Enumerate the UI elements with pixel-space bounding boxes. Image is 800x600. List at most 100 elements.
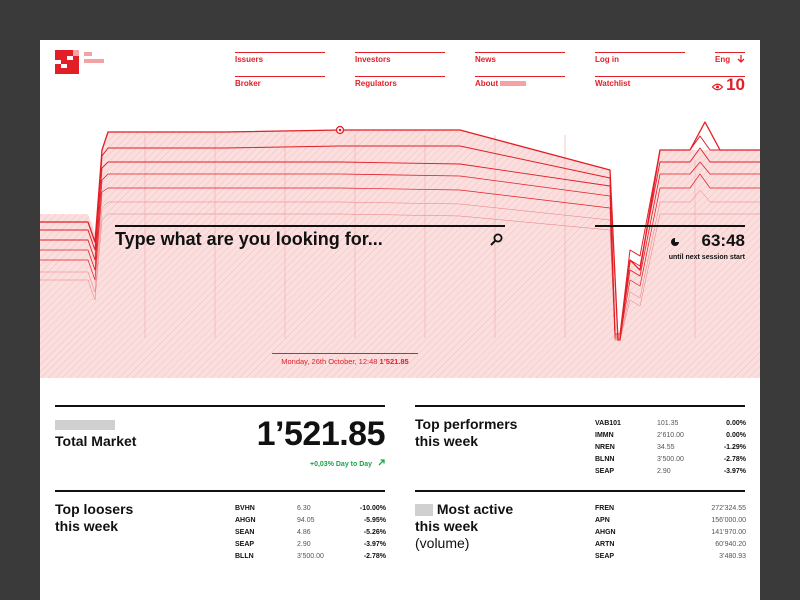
volume: 141’970.00 — [711, 529, 746, 536]
table-row[interactable]: SEAP 3’480.93 — [595, 553, 746, 565]
volume: 272’324.55 — [711, 505, 746, 512]
brand-name — [84, 52, 106, 72]
price: 101.35 — [657, 420, 679, 427]
most-active-title-line3: (volume) — [415, 535, 470, 551]
table-row[interactable]: SEAN 4.86 -5.26% — [235, 529, 386, 541]
price: 2.90 — [657, 468, 671, 475]
change: 0.00% — [726, 420, 746, 427]
volume: 60’940.20 — [715, 541, 746, 548]
top-losers-table: BVHN 6.30 -10.00% AHGN 94.05 -5.95% SEAN 4.86… — [235, 505, 386, 565]
nav-login-label: Log in — [595, 55, 619, 64]
nav-regulators-label: Regulators — [355, 79, 397, 88]
chart-value: 1’521.85 — [379, 357, 409, 366]
nav-broker[interactable]: Broker — [235, 76, 325, 101]
nav-issuers[interactable]: Issuers — [235, 52, 325, 77]
top-performers-title: Top performers this week — [415, 416, 517, 450]
symbol: ARTN — [595, 541, 615, 548]
nav-investors[interactable]: Investors — [355, 52, 445, 77]
top-losers-title-line2: this week — [55, 518, 119, 534]
nav-watchlist-label: Watchlist — [595, 79, 631, 88]
symbol: VAB101 — [595, 420, 621, 427]
change: -1.29% — [723, 444, 746, 451]
symbol: BLNN — [595, 456, 615, 463]
table-row[interactable]: BLLN 3’500.00 -2.78% — [235, 553, 386, 565]
symbol: NREN — [595, 444, 615, 451]
price: 94.05 — [297, 517, 315, 524]
arrow-up-right-icon — [378, 459, 385, 466]
nav-about[interactable]: About — [475, 76, 565, 101]
redacted-icon — [415, 504, 433, 517]
nav-news[interactable]: News — [475, 52, 565, 77]
symbol: AHGN — [595, 529, 616, 536]
chart-caption: Monday, 26th October, 12:48 1’521.85 — [272, 353, 418, 366]
symbol: SEAP — [595, 553, 615, 560]
search-bar[interactable]: Type what are you looking for... — [115, 225, 505, 261]
symbol: IMMN — [595, 432, 614, 439]
index-panel: Total Market 1’521.85 +0,03% Day to Day — [55, 405, 386, 477]
change: -5.95% — [363, 517, 386, 524]
change: -3.97% — [363, 541, 386, 548]
change: 0.00% — [726, 432, 746, 439]
symbol: BLLN — [235, 553, 254, 560]
most-active-title: Most active this week (volume) — [415, 501, 513, 552]
symbol: AHGN — [235, 517, 256, 524]
table-row[interactable]: AHGN 94.05 -5.95% — [235, 517, 386, 529]
eye-icon — [712, 83, 723, 91]
table-row[interactable]: SEAP 2.90 -3.97% — [595, 468, 746, 480]
nav-login[interactable]: Log in — [595, 52, 685, 77]
symbol: SEAP — [595, 468, 615, 475]
price: 3’500.00 — [657, 456, 684, 463]
change: -10.00% — [359, 505, 386, 512]
volume: 3’480.93 — [719, 553, 746, 560]
price: 3’500.00 — [297, 553, 324, 560]
top-performers-panel: Top performers this week VAB101 101.35 0.0… — [415, 405, 746, 487]
chart-date: Monday, 26th October, 12:48 — [281, 357, 378, 366]
table-row[interactable]: IMMN 2’610.00 0.00% — [595, 432, 746, 444]
most-active-table: FREN 272’324.55 APN 156’000.00 AHGN 141’970… — [595, 505, 746, 565]
table-row[interactable]: FREN 272’324.55 — [595, 505, 746, 517]
language-label: Eng — [715, 55, 731, 64]
most-active-title-line1: Most active — [436, 501, 514, 517]
watchlist-count: 10 — [726, 75, 745, 94]
nav-about-label: About — [475, 79, 499, 88]
countdown-label: until next session start — [668, 254, 745, 261]
table-row[interactable]: APN 156’000.00 — [595, 517, 746, 529]
nav-news-label: News — [475, 55, 496, 64]
index-change-text: +0,03% Day to Day — [309, 461, 373, 468]
price: 2.90 — [297, 541, 311, 548]
redacted-index-name — [55, 420, 115, 431]
table-row[interactable]: NREN 34.55 -1.29% — [595, 444, 746, 456]
nav-investors-label: Investors — [355, 55, 391, 64]
table-row[interactable]: VAB101 101.35 0.00% — [595, 420, 746, 432]
nav-watchlist[interactable]: Watchlist 10 — [595, 75, 745, 101]
change: -3.97% — [723, 468, 746, 475]
symbol: SEAP — [235, 541, 255, 548]
redacted-text — [500, 81, 527, 87]
change: -2.78% — [363, 553, 386, 560]
table-row[interactable]: SEAP 2.90 -3.97% — [235, 541, 386, 553]
search-icon[interactable] — [490, 233, 503, 246]
index-value: 1’521.85 — [256, 415, 386, 453]
table-row[interactable]: ARTN 60’940.20 — [595, 541, 746, 553]
symbol: BVHN — [235, 505, 255, 512]
table-row[interactable]: BVHN 6.30 -10.00% — [235, 505, 386, 517]
table-row[interactable]: BLNN 3’500.00 -2.78% — [595, 456, 746, 468]
nav-regulators[interactable]: Regulators — [355, 76, 445, 101]
language-selector[interactable]: Eng — [715, 52, 745, 77]
top-performers-title-line1: Top performers — [415, 416, 518, 432]
symbol: APN — [595, 517, 610, 524]
countdown-value: 63:48 — [701, 231, 745, 250]
table-row[interactable]: AHGN 141’970.00 — [595, 529, 746, 541]
top-losers-title: Top loosers this week — [55, 501, 133, 535]
price: 6.30 — [297, 505, 311, 512]
price: 4.86 — [297, 529, 311, 536]
search-input[interactable]: Type what are you looking for... — [115, 229, 383, 250]
symbol: FREN — [595, 505, 615, 512]
page: Issuers Investors News Log in Eng Broker… — [40, 40, 760, 600]
top-performers-table: VAB101 101.35 0.00% IMMN 2’610.00 0.00% NREN… — [595, 420, 746, 480]
change: -2.78% — [723, 456, 746, 463]
most-active-panel: Most active this week (volume) FREN 272’3… — [415, 490, 746, 592]
brand-logo[interactable] — [55, 50, 79, 74]
index-title-text: Total Market — [55, 433, 137, 449]
nav-issuers-label: Issuers — [235, 55, 264, 64]
